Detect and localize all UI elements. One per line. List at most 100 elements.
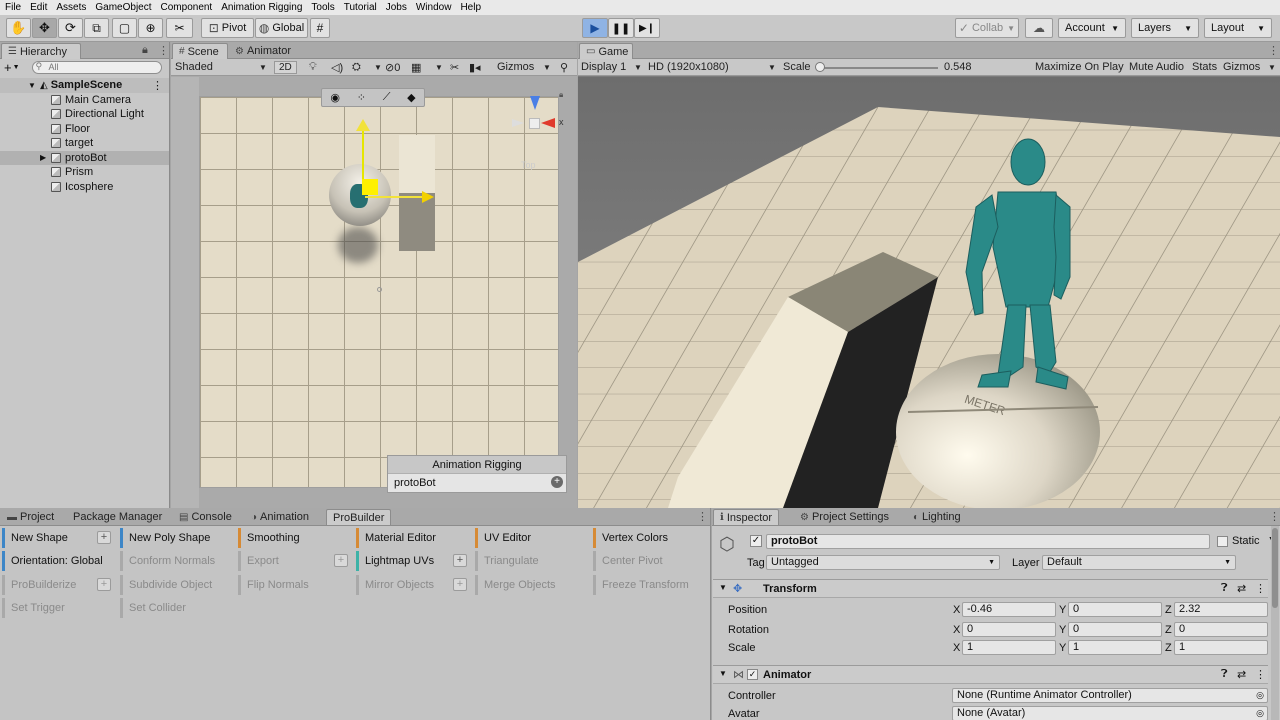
lock-icon[interactable]: 🔒︎ — [559, 90, 563, 100]
effects-icon[interactable]: ⛭ — [352, 61, 361, 74]
more-options-icon[interactable]: ⋮ — [1255, 668, 1266, 681]
rotation-y-input[interactable]: 0 — [1068, 622, 1162, 637]
orientation-gizmo[interactable]: x Top 🔒︎ — [509, 90, 565, 170]
rect-tool-button[interactable]: ▢ — [112, 18, 137, 38]
more-options-icon[interactable]: ⋮ — [1255, 582, 1266, 595]
position-x-input[interactable]: -0.46 — [962, 602, 1056, 617]
scale-z-input[interactable]: 1 — [1174, 640, 1268, 655]
tools-icon[interactable]: ✂ — [450, 61, 459, 74]
hierarchy-item[interactable]: Floor — [0, 122, 169, 137]
tab-animation[interactable]: ◑ Animation — [245, 509, 315, 525]
preset-icon[interactable]: ⇄ — [1237, 668, 1246, 681]
layers-dropdown[interactable]: Layers ▼ — [1131, 18, 1199, 38]
scene-row[interactable]: ▼ ◭ SampleScene ⋮ — [0, 78, 169, 93]
mute-audio-toggle[interactable]: Mute Audio — [1129, 61, 1184, 73]
tab-lighting[interactable]: ◐ Lighting — [907, 509, 967, 525]
move-tool-button[interactable]: ✥ — [32, 18, 57, 38]
search-icon[interactable]: ⚲ — [560, 61, 568, 74]
tab-console[interactable]: ▤ Console — [173, 509, 238, 525]
set-collider-button[interactable]: Set Collider — [120, 598, 186, 618]
uv-editor-button[interactable]: UV Editor — [475, 528, 531, 548]
shading-mode-dropdown[interactable]: Shaded — [175, 61, 213, 73]
gizmo-center-handle[interactable] — [362, 179, 378, 195]
add-icon[interactable]: + — [4, 60, 12, 75]
menu-edit[interactable]: Edit — [30, 2, 47, 13]
menu-window[interactable]: Window — [416, 2, 452, 13]
controller-field[interactable]: None (Runtime Animator Controller) ◎ — [952, 688, 1268, 703]
prism-object[interactable] — [399, 135, 435, 193]
gizmo-x-axis[interactable] — [365, 196, 425, 198]
scale-slider-thumb[interactable] — [815, 62, 825, 72]
rig-item-row[interactable]: protoBot + — [388, 474, 566, 492]
global-toggle[interactable]: ◍ Global — [255, 18, 308, 38]
hand-tool-button[interactable]: ✋ — [6, 18, 31, 38]
material-editor-button[interactable]: Material Editor — [356, 528, 436, 548]
static-checkbox[interactable] — [1217, 536, 1228, 547]
mirror-objects-options-button[interactable]: + — [453, 578, 467, 591]
object-mode-icon[interactable]: ◉ — [330, 91, 340, 104]
tab-animator[interactable]: ⚙ Animator — [229, 43, 304, 59]
scale-tool-button[interactable]: ⧉ — [84, 18, 109, 38]
conform-normals-button[interactable]: Conform Normals — [120, 551, 215, 571]
layer-dropdown[interactable]: Default ▼ — [1042, 555, 1236, 570]
custom-tool-button[interactable]: ✂ — [166, 18, 193, 38]
tab-scene[interactable]: # Scene — [172, 43, 228, 59]
tab-hierarchy[interactable]: ☰ Hierarchy — [1, 43, 81, 59]
orientation-toggle[interactable]: Orientation: Global — [2, 551, 103, 571]
menu-component[interactable]: Component — [161, 2, 213, 13]
flip-normals-button[interactable]: Flip Normals — [238, 575, 309, 595]
account-dropdown[interactable]: Account ▼ — [1058, 18, 1126, 38]
merge-objects-button[interactable]: Merge Objects — [475, 575, 556, 595]
vertex-mode-icon[interactable]: ⁘ — [357, 91, 366, 104]
object-name-input[interactable]: protoBot — [766, 534, 1210, 549]
collab-dropdown[interactable]: ✓ Collab ▼ — [955, 18, 1019, 38]
lightmap-uvs-button[interactable]: Lightmap UVs — [356, 551, 434, 571]
stats-toggle[interactable]: Stats — [1192, 61, 1217, 73]
menu-jobs[interactable]: Jobs — [386, 2, 407, 13]
rotate-tool-button[interactable]: ⟳ — [58, 18, 83, 38]
menu-file[interactable]: File — [5, 2, 21, 13]
animator-header[interactable]: ▼ ⋈ ✓ Animator ❓︎ ⇄ ⋮ — [713, 665, 1268, 684]
menu-help[interactable]: Help — [460, 2, 481, 13]
probuilderize-options-button[interactable]: + — [97, 578, 111, 591]
triangulate-button[interactable]: Triangulate — [475, 551, 539, 571]
layout-dropdown[interactable]: Layout ▼ — [1204, 18, 1272, 38]
menu-assets[interactable]: Assets — [56, 2, 86, 13]
menu-animation-rigging[interactable]: Animation Rigging — [221, 2, 302, 13]
tab-project-settings[interactable]: ⚙ Project Settings — [794, 509, 895, 525]
game-viewport[interactable]: METER — [578, 77, 1280, 508]
hierarchy-search-input[interactable]: ⚲ All — [31, 61, 162, 74]
face-mode-icon[interactable]: ◆ — [407, 91, 415, 104]
gizmo-x-arrow-icon[interactable] — [422, 191, 434, 203]
gizmos-dropdown[interactable]: Gizmos — [497, 61, 534, 73]
set-trigger-button[interactable]: Set Trigger — [2, 598, 65, 618]
tab-inspector[interactable]: ℹ Inspector — [713, 509, 780, 525]
new-poly-shape-button[interactable]: New Poly Shape — [120, 528, 210, 548]
transform-header[interactable]: ▼ ✥ Transform ❓︎ ⇄ ⋮ — [713, 579, 1268, 598]
probuilderize-button[interactable]: ProBuilderize — [2, 575, 76, 595]
scrollbar-thumb[interactable] — [1272, 528, 1278, 608]
rotation-z-input[interactable]: 0 — [1174, 622, 1268, 637]
animator-enabled-checkbox[interactable]: ✓ — [747, 669, 758, 680]
more-options-icon[interactable]: ⋮ — [1268, 44, 1279, 57]
hierarchy-item[interactable]: Directional Light — [0, 107, 169, 122]
grid-snap-button[interactable]: # — [310, 18, 330, 38]
gizmo-y-arrow-icon[interactable] — [356, 119, 370, 131]
tag-dropdown[interactable]: Untagged ▼ — [766, 555, 1000, 570]
display-dropdown[interactable]: Display 1 — [581, 61, 626, 73]
hierarchy-item-selected[interactable]: ▶ protoBot — [0, 150, 169, 165]
more-options-icon[interactable]: ⋮ — [1269, 510, 1280, 523]
camera-icon[interactable]: ▮◂ — [469, 61, 481, 74]
pause-button[interactable]: ❚❚ — [608, 18, 634, 38]
avatar-field[interactable]: None (Avatar) ◎ — [952, 706, 1268, 720]
hierarchy-item[interactable]: Icosphere — [0, 180, 169, 195]
gizmo-y-axis[interactable] — [362, 127, 364, 187]
tab-game[interactable]: ▭ Game — [579, 43, 633, 59]
more-options-icon[interactable]: ⋮ — [152, 79, 163, 92]
hierarchy-item[interactable]: Prism — [0, 165, 169, 180]
export-options-button[interactable]: + — [334, 554, 348, 567]
preset-icon[interactable]: ⇄ — [1237, 582, 1246, 595]
object-picker-icon[interactable]: ◎ — [1256, 689, 1264, 702]
light-icon[interactable]: 💡︎ — [309, 61, 317, 74]
position-z-input[interactable]: 2.32 — [1174, 602, 1268, 617]
